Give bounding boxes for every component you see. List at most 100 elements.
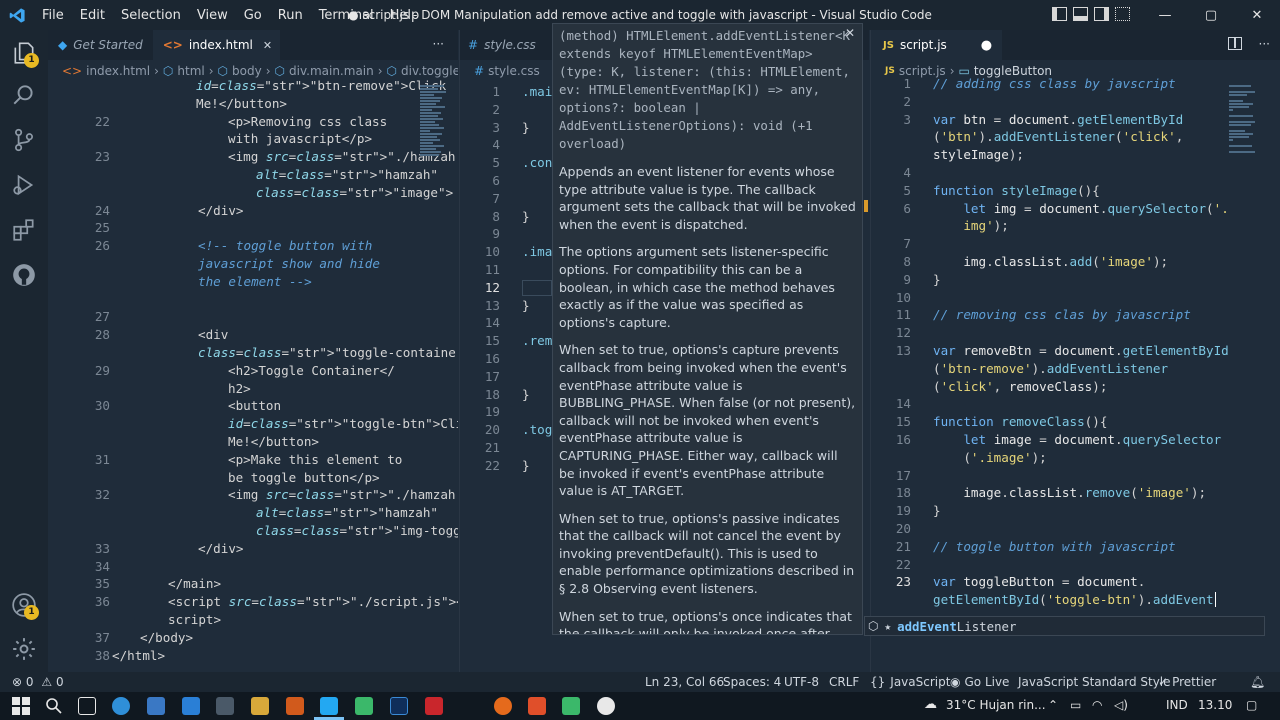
- tab-index-html[interactable]: <> index.html ✕: [152, 30, 281, 60]
- menu-view[interactable]: View: [189, 8, 236, 23]
- current-line-highlight: [522, 279, 552, 296]
- source-control-icon[interactable]: [11, 127, 37, 153]
- settings-gear-icon[interactable]: [11, 636, 37, 662]
- vscode-taskbar-icon[interactable]: [320, 697, 338, 715]
- breadcrumb-item[interactable]: html: [177, 64, 204, 78]
- line-number: 22: [484, 457, 500, 473]
- warning-icon: ⚠: [41, 675, 53, 689]
- customize-layout-icon[interactable]: [1115, 7, 1130, 21]
- menu-file[interactable]: File: [34, 8, 72, 23]
- suggestion-widget[interactable]: ⬡ ★ addEvent Listener: [864, 616, 1265, 636]
- app-icon[interactable]: [562, 697, 580, 715]
- tab-script-js[interactable]: JS script.js ●: [871, 30, 1003, 60]
- breadcrumb-item[interactable]: style.css: [488, 64, 540, 78]
- vscode-logo-icon: [0, 7, 34, 24]
- code-line: <button: [228, 398, 282, 414]
- file-explorer-icon[interactable]: [216, 697, 234, 715]
- errors-warnings[interactable]: ⊗ 0 ⚠ 0: [12, 675, 64, 689]
- clock[interactable]: 13.10: [1198, 698, 1232, 712]
- menu-edit[interactable]: Edit: [72, 8, 113, 23]
- mail-icon[interactable]: [147, 697, 165, 715]
- code-line: be toggle button</p>: [228, 469, 380, 485]
- taskbar-search-icon[interactable]: [45, 697, 63, 715]
- eol[interactable]: CRLF: [829, 675, 859, 689]
- split-editor-icon[interactable]: [1228, 37, 1242, 50]
- extensions-icon[interactable]: [11, 217, 37, 243]
- line-number: 28: [94, 327, 110, 343]
- menu-help[interactable]: Help: [382, 8, 428, 23]
- github-icon[interactable]: [11, 262, 37, 288]
- close-window-button[interactable]: ✕: [1234, 8, 1280, 23]
- search-icon[interactable]: [11, 82, 37, 108]
- obs-icon[interactable]: [597, 697, 615, 715]
- css-code-line: }: [522, 208, 530, 224]
- toggle-secondary-sidebar-icon[interactable]: [1094, 7, 1109, 21]
- explorer-icon[interactable]: 1: [11, 40, 39, 68]
- filezilla-icon[interactable]: [425, 697, 443, 715]
- tray-chevron-icon[interactable]: ⌃: [1048, 698, 1058, 712]
- line-number: 17: [895, 467, 911, 483]
- firefox-icon[interactable]: [494, 697, 512, 715]
- folder-icon[interactable]: [251, 697, 269, 715]
- accounts-icon[interactable]: 1: [11, 592, 39, 620]
- prettier[interactable]: ✓ Prettier: [1158, 675, 1216, 689]
- minimap[interactable]: [1229, 85, 1259, 154]
- go-live[interactable]: ◉ Go Live: [950, 675, 1009, 689]
- line-number: 13: [895, 343, 911, 358]
- suggestion-match[interactable]: addEvent: [897, 619, 957, 634]
- language-indicator[interactable]: IND: [1166, 698, 1188, 712]
- line-number: 25: [94, 220, 110, 236]
- edge-browser-icon[interactable]: [112, 697, 130, 715]
- windows-start-icon[interactable]: [12, 697, 30, 715]
- line-number: 2: [492, 101, 500, 117]
- network-icon[interactable]: ▭: [1070, 698, 1081, 712]
- toggle-sidebar-icon[interactable]: [1052, 7, 1067, 21]
- task-view-icon[interactable]: [78, 697, 96, 715]
- menu-run[interactable]: Run: [270, 8, 311, 23]
- notifications-bell-icon[interactable]: 🔔︎: [1250, 675, 1265, 689]
- more-actions-icon[interactable]: ···: [1259, 37, 1270, 51]
- breadcrumb-item[interactable]: div.main.main: [289, 64, 374, 78]
- menu-selection[interactable]: Selection: [113, 8, 189, 23]
- js-standard-style[interactable]: JavaScript Standard Style: [1018, 675, 1171, 689]
- brave-icon[interactable]: [528, 697, 546, 715]
- cursor-position[interactable]: Ln 23, Col 66: [645, 675, 724, 689]
- minimize-button[interactable]: —: [1142, 8, 1188, 23]
- tab-style-css[interactable]: # style.css: [460, 30, 546, 60]
- maximize-button[interactable]: ▢: [1188, 8, 1234, 23]
- wifi-icon[interactable]: ◠: [1092, 698, 1102, 712]
- weather-text[interactable]: 31°C Hujan rin...: [946, 698, 1046, 712]
- line-number: 5: [903, 182, 911, 198]
- line-number: 36: [94, 594, 110, 610]
- sublime-icon[interactable]: [286, 697, 304, 715]
- language-mode[interactable]: {} JavaScript: [870, 675, 950, 689]
- weather-icon[interactable]: ☁︎: [924, 697, 942, 715]
- volume-icon[interactable]: ◁): [1114, 698, 1128, 712]
- more-actions-icon[interactable]: ···: [433, 37, 444, 51]
- app-icon[interactable]: [355, 697, 373, 715]
- encoding[interactable]: UTF-8: [784, 675, 819, 689]
- close-hover-icon[interactable]: ✕: [845, 26, 855, 40]
- breadcrumb-item[interactable]: index.html: [86, 64, 150, 78]
- toggle-panel-icon[interactable]: [1073, 7, 1088, 21]
- unsaved-dot-icon[interactable]: ●: [981, 38, 992, 53]
- menu-terminal[interactable]: Terminal: [311, 8, 382, 23]
- js-code-line: var toggleButton = document.: [933, 574, 1146, 590]
- js-code-line: var btn = document.getElementById: [933, 111, 1184, 127]
- close-tab-icon[interactable]: ✕: [263, 39, 272, 52]
- breadcrumb-item[interactable]: div.toggle-cont: [401, 64, 458, 78]
- menu-go[interactable]: Go: [236, 8, 270, 23]
- dropbox-icon[interactable]: [182, 697, 200, 715]
- js-code-line: getElementById('toggle-btn').addEvent: [933, 592, 1216, 608]
- code-line: <!-- toggle button with: [198, 238, 373, 254]
- broadcast-icon: ◉: [950, 675, 961, 689]
- run-debug-icon[interactable]: [11, 172, 37, 198]
- notification-center-icon[interactable]: ▢: [1246, 698, 1257, 712]
- editor-script-js: JS script.js ● ··· JS script.js › ▭ toggl…: [870, 30, 1280, 672]
- photoshop-icon[interactable]: [390, 697, 408, 715]
- indentation[interactable]: Spaces: 4: [723, 675, 781, 689]
- minimap[interactable]: [420, 85, 450, 157]
- tab-get-started[interactable]: ◆ Get Started: [48, 30, 153, 60]
- breadcrumb-item[interactable]: body: [232, 64, 262, 78]
- suggestion-rest[interactable]: Listener: [957, 619, 1017, 634]
